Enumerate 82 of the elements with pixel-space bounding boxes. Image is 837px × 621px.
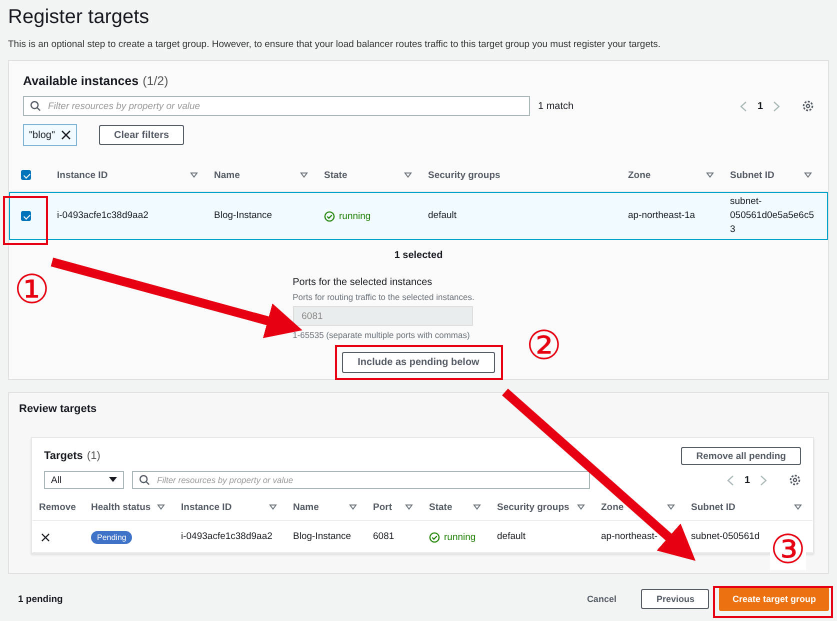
column-header: Instance ID xyxy=(181,502,232,512)
sort-icon[interactable] xyxy=(405,504,413,510)
table-cell-text: ap-northeast- xyxy=(600,530,659,544)
column-header: Subnet ID xyxy=(691,502,736,512)
table-cell-text: i-0493acfe1c38d9aa2 xyxy=(180,530,274,544)
match-count: 1 match xyxy=(538,100,574,112)
table-cell-text: i-0493acfe1c38d9aa2 xyxy=(56,209,150,223)
select-all-checkbox[interactable] xyxy=(21,170,31,180)
status-cell: running xyxy=(318,210,422,222)
cancel-link[interactable]: Cancel xyxy=(572,589,632,609)
selection-summary: 1 selected xyxy=(394,250,443,261)
page-number[interactable]: 1 xyxy=(757,100,763,112)
status-cell: running xyxy=(423,532,491,542)
search-field[interactable]: Filter resources by property or value xyxy=(132,471,590,489)
sort-icon[interactable] xyxy=(269,504,277,510)
sort-icon[interactable] xyxy=(349,504,357,510)
close-icon[interactable] xyxy=(61,130,72,140)
row-checkbox[interactable] xyxy=(21,211,31,221)
panel-title: Available instances xyxy=(23,74,139,88)
page-number[interactable]: 1 xyxy=(744,474,750,486)
card-count: (1) xyxy=(86,450,100,462)
column-header: Port xyxy=(373,502,392,512)
sort-icon[interactable] xyxy=(804,172,812,178)
remove-all-pending-button[interactable]: Remove all pending xyxy=(681,447,801,465)
search-field[interactable]: Filter resources by property or value xyxy=(23,96,530,116)
remove-icon[interactable] xyxy=(41,532,50,542)
table-cell-text: Blog-Instance xyxy=(292,530,352,544)
sort-icon[interactable] xyxy=(794,504,802,510)
sort-icon[interactable] xyxy=(577,504,585,510)
table-cell-text: subnet-050561d xyxy=(690,530,761,544)
footer-button[interactable]: Previous xyxy=(641,589,710,609)
include-pending-button[interactable]: Include as pending below xyxy=(342,352,495,373)
page-description: This is an optional step to create a target group. However, to ensure that your load balancer routes traffic to this target group you must register your targets. xyxy=(8,39,662,50)
table-cell-text: 6081 xyxy=(372,530,396,544)
filter-select[interactable]: All xyxy=(44,471,124,489)
filter-token-label: "blog" xyxy=(29,130,56,140)
ports-label: Ports for the selected instances xyxy=(292,277,434,288)
sort-icon[interactable] xyxy=(706,172,714,178)
check-circle-icon xyxy=(429,532,440,542)
sort-icon[interactable] xyxy=(190,172,198,178)
clear-filters-button[interactable]: Clear filters xyxy=(99,125,184,145)
table-row[interactable]: i-0493acfe1c38d9aa2 Blog-Instance running default ap-northeast-1a subnet-050561d0e5a5e6c53 xyxy=(9,192,828,240)
settings-icon[interactable] xyxy=(802,100,814,112)
table-cell-text: subnet-050561d0e5a5e6c53 xyxy=(729,195,816,237)
filter-token[interactable]: "blog" xyxy=(23,124,78,146)
step-number: ② xyxy=(526,326,562,366)
column-header: Name xyxy=(293,502,319,512)
annotation-box xyxy=(3,196,48,245)
column-header: Instance ID xyxy=(57,170,108,180)
column-header: Zone xyxy=(601,502,624,512)
sort-icon[interactable] xyxy=(300,172,308,178)
panel-count: (1/2) xyxy=(142,74,168,88)
table-cell-text: ap-northeast-1a xyxy=(627,209,696,223)
column-header: Name xyxy=(214,170,240,180)
page-title: Register targets xyxy=(8,6,150,29)
search-icon xyxy=(139,474,150,486)
settings-icon[interactable] xyxy=(789,474,801,486)
column-header: Security groups xyxy=(497,502,570,512)
column-header: State xyxy=(429,502,452,512)
ports-constraint: 1-65535 (separate multiple ports with commas) xyxy=(292,330,471,340)
panel-title: Review targets xyxy=(19,403,97,415)
column-header: Remove xyxy=(39,502,76,512)
column-header: Subnet ID xyxy=(730,170,774,180)
step-number: ① xyxy=(14,270,50,310)
sort-icon[interactable] xyxy=(404,172,412,178)
sort-icon[interactable] xyxy=(157,504,165,510)
card-title: Targets xyxy=(44,450,83,462)
status-badge: Pending xyxy=(91,530,132,544)
check-circle-icon xyxy=(324,210,335,222)
table-cell-text: Blog-Instance xyxy=(213,209,274,223)
search-icon xyxy=(30,100,41,112)
column-header: Zone xyxy=(628,170,651,180)
sort-icon[interactable] xyxy=(473,504,481,510)
pending-count: 1 pending xyxy=(18,594,63,604)
caret-icon xyxy=(109,477,117,483)
table-cell-text: default xyxy=(427,209,458,223)
sort-icon[interactable] xyxy=(667,504,675,510)
column-header: Security groups xyxy=(428,170,500,180)
ports-hint: Ports for routing traffic to the selected instances. xyxy=(292,292,474,302)
column-header: Health status xyxy=(91,502,151,512)
table-cell-text: default xyxy=(496,530,527,544)
column-header: State xyxy=(324,170,348,180)
